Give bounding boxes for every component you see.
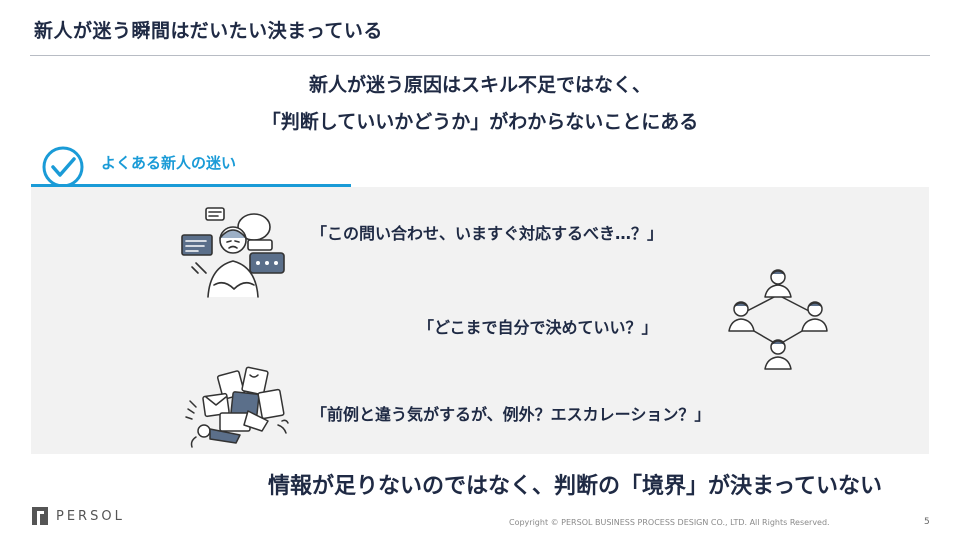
page-number: 5 — [924, 517, 930, 527]
title-divider — [30, 55, 930, 56]
quote-2: 「どこまで自分で決めていい？」 — [418, 318, 658, 337]
headline-line-2: 「判断していいかどうか」がわからないことにある — [261, 111, 699, 133]
conclusion-text: 情報が足りないのではなく、判断の「境界」が決まっていない — [268, 474, 883, 499]
persol-logo-mark-icon — [32, 507, 48, 525]
person-overwhelmed-by-documents-icon — [185, 366, 289, 448]
persol-logo: PERSOL — [32, 507, 125, 525]
quote-3: 「前例と違う気がするが、例外？エスカレーション？」 — [311, 405, 711, 424]
confused-person-speech-bubbles-icon — [181, 207, 285, 298]
logo-text: PERSOL — [56, 508, 125, 524]
copyright: Copyright © PERSOL BUSINESS PROCESS DESI… — [509, 518, 830, 527]
team-network-icon — [728, 269, 828, 370]
quote-1: 「この問い合わせ、いますぐ対応するべき…？」 — [311, 224, 664, 243]
check-circle-icon — [42, 146, 84, 188]
page-title: 新人が迷う瞬間はだいたい決まっている — [34, 20, 383, 42]
headline-line-1: 新人が迷う原因はスキル不足ではなく、 — [308, 74, 651, 96]
section-label: よくある新人の迷い — [101, 154, 237, 172]
